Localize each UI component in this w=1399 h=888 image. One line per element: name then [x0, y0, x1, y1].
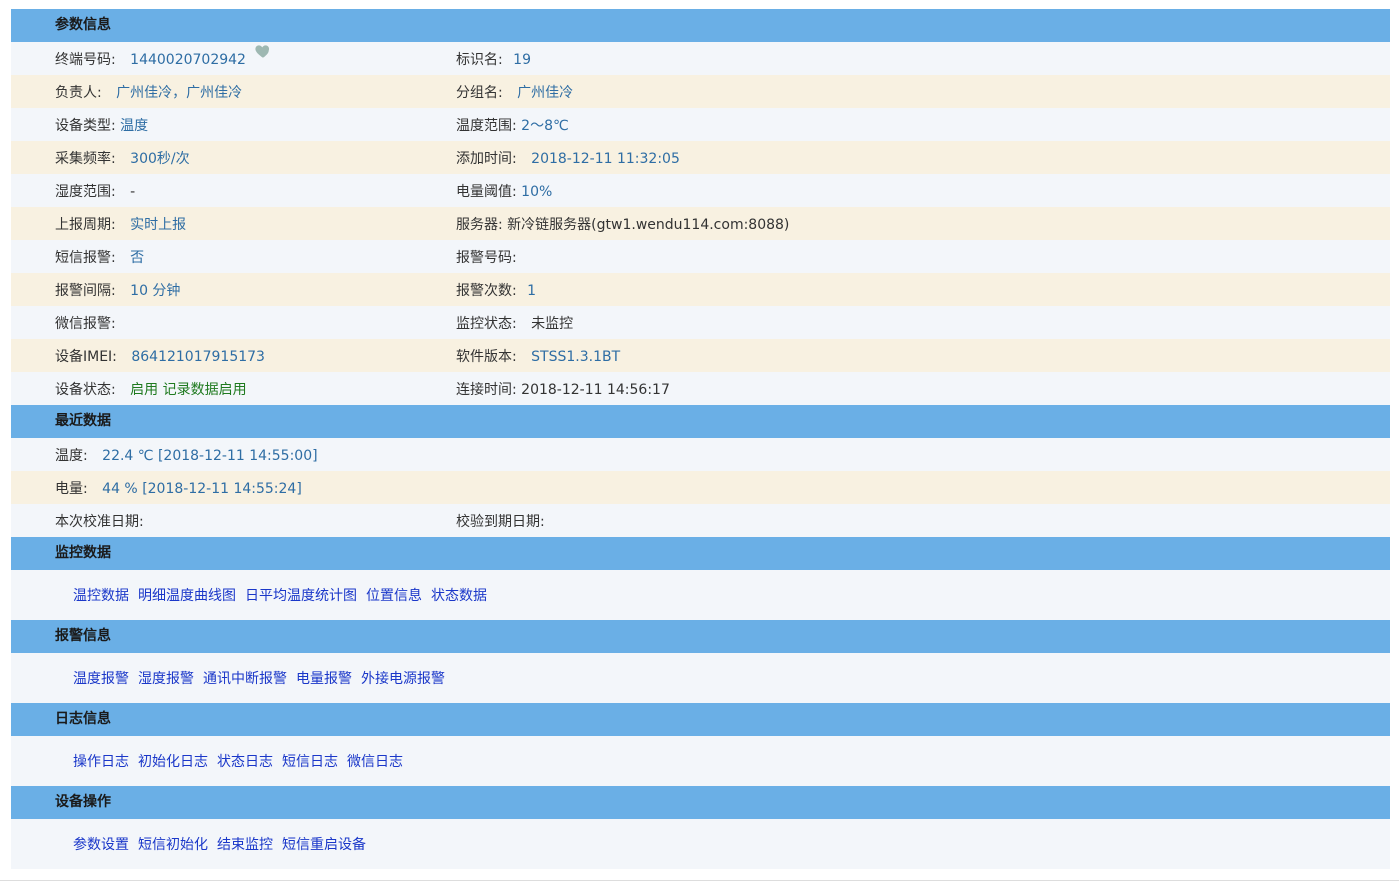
- bottom-divider: [0, 880, 1399, 881]
- calibration-expire-label: 校验到期日期:: [456, 513, 545, 530]
- alarm-number-label: 报警号码:: [456, 249, 517, 266]
- wechat-alarm-label: 微信报警:: [55, 315, 116, 332]
- link-status-data[interactable]: 状态数据: [431, 585, 487, 605]
- link-end-monitoring[interactable]: 结束监控: [217, 834, 273, 854]
- section-header-params: 参数信息: [11, 9, 1390, 42]
- param-row: 报警间隔: 10 分钟 报警次数: 1: [11, 273, 1390, 306]
- link-param-settings[interactable]: 参数设置: [73, 834, 129, 854]
- sample-rate-label: 采集频率:: [55, 150, 116, 167]
- owner-label: 负责人:: [55, 84, 102, 101]
- recent-temp-value: 22.4 ℃ [2018-12-11 14:55:00]: [102, 447, 318, 464]
- alarm-interval-label: 报警间隔:: [55, 282, 116, 299]
- link-comm-interrupt-alarm[interactable]: 通讯中断报警: [203, 668, 287, 688]
- device-status-value: 启用 记录数据启用: [130, 381, 247, 398]
- monitor-status-label: 监控状态:: [456, 315, 517, 332]
- report-cycle-value: 实时上报: [130, 216, 187, 233]
- log-links: 操作日志 初始化日志 状态日志 短信日志 微信日志: [11, 736, 1390, 786]
- link-daily-avg-temp-chart[interactable]: 日平均温度统计图: [245, 585, 357, 605]
- link-location-info[interactable]: 位置信息: [366, 585, 422, 605]
- temp-range-value: 2～8℃: [521, 117, 569, 134]
- connect-time-value: 2018-12-11 14:56:17: [521, 381, 670, 398]
- firmware-version-value: STSS1.3.1BT: [531, 348, 621, 365]
- device-type-label: 设备类型:: [55, 117, 116, 134]
- report-cycle-label: 上报周期:: [55, 216, 116, 233]
- link-sms-restart-device[interactable]: 短信重启设备: [282, 834, 366, 854]
- calibration-date-label: 本次校准日期:: [55, 513, 144, 530]
- param-row: 设备状态: 启用 记录数据启用 连接时间: 2018-12-11 14:56:1…: [11, 372, 1390, 405]
- device-status-label: 设备状态:: [55, 381, 116, 398]
- param-row: 终端号码: 1440020702942 标识名: 19: [11, 42, 1390, 75]
- device-detail-panel: 参数信息 终端号码: 1440020702942 标识名: 19 负责人: 广州…: [11, 9, 1390, 869]
- link-status-log[interactable]: 状态日志: [217, 751, 273, 771]
- param-row: 采集频率: 300秒/次 添加时间: 2018-12-11 11:32:05: [11, 141, 1390, 174]
- link-sms-init[interactable]: 短信初始化: [138, 834, 208, 854]
- sample-rate-value: 300秒/次: [130, 150, 190, 167]
- heart-icon[interactable]: [254, 42, 272, 60]
- owner-value: 广州佳冷，广州佳冷: [116, 84, 243, 101]
- added-time-label: 添加时间:: [456, 150, 517, 167]
- link-temp-control-data[interactable]: 温控数据: [73, 585, 129, 605]
- power-threshold-value: 10%: [521, 183, 553, 200]
- section-header-monitor: 监控数据: [11, 537, 1390, 570]
- monitor-links: 温控数据 明细温度曲线图 日平均温度统计图 位置信息 状态数据: [11, 570, 1390, 620]
- param-row: 上报周期: 实时上报 服务器: 新冷链服务器(gtw1.wendu114.com…: [11, 207, 1390, 240]
- section-header-recent: 最近数据: [11, 405, 1390, 438]
- monitor-status-value: 未监控: [531, 315, 574, 332]
- sms-alarm-label: 短信报警:: [55, 249, 116, 266]
- section-header-ops: 设备操作: [11, 786, 1390, 819]
- alarm-count-label: 报警次数:: [456, 282, 517, 299]
- param-row: 微信报警: 监控状态: 未监控: [11, 306, 1390, 339]
- group-label: 分组名:: [456, 84, 503, 101]
- connect-time-label: 连接时间:: [456, 381, 517, 398]
- link-power-alarm[interactable]: 电量报警: [296, 668, 352, 688]
- recent-temp-label: 温度:: [55, 447, 88, 464]
- section-header-log: 日志信息: [11, 703, 1390, 736]
- imei-label: 设备IMEI:: [55, 348, 117, 365]
- server-value: 新冷链服务器(gtw1.wendu114.com:8088): [507, 216, 790, 233]
- sms-alarm-value: 否: [130, 249, 145, 266]
- calibration-row: 本次校准日期: 校验到期日期:: [11, 504, 1390, 537]
- recent-temp-row: 温度: 22.4 ℃ [2018-12-11 14:55:00]: [11, 438, 1390, 471]
- firmware-version-label: 软件版本:: [456, 348, 517, 365]
- power-threshold-label: 电量阈值:: [456, 183, 517, 200]
- server-label: 服务器:: [456, 216, 503, 233]
- section-header-alarm: 报警信息: [11, 620, 1390, 653]
- alarm-count-value: 1: [527, 282, 537, 299]
- imei-value: 864121017915173: [131, 348, 265, 365]
- alarm-links: 温度报警 湿度报警 通讯中断报警 电量报警 外接电源报警: [11, 653, 1390, 703]
- link-operation-log[interactable]: 操作日志: [73, 751, 129, 771]
- temp-range-label: 温度范围:: [456, 117, 517, 134]
- recent-power-row: 电量: 44 % [2018-12-11 14:55:24]: [11, 471, 1390, 504]
- link-humidity-alarm[interactable]: 湿度报警: [138, 668, 194, 688]
- param-row: 设备IMEI: 864121017915173 软件版本: STSS1.3.1B…: [11, 339, 1390, 372]
- param-row: 湿度范围: - 电量阈值: 10%: [11, 174, 1390, 207]
- param-row: 短信报警: 否 报警号码:: [11, 240, 1390, 273]
- tag-name-label: 标识名:: [456, 51, 503, 68]
- param-row: 设备类型: 温度 温度范围: 2～8℃: [11, 108, 1390, 141]
- group-value: 广州佳冷: [517, 84, 574, 101]
- link-temp-curve-chart[interactable]: 明细温度曲线图: [138, 585, 236, 605]
- ops-links: 参数设置 短信初始化 结束监控 短信重启设备: [11, 819, 1390, 869]
- humidity-range-value: -: [130, 183, 136, 200]
- recent-power-label: 电量:: [55, 480, 88, 497]
- added-time-value: 2018-12-11 11:32:05: [531, 150, 680, 167]
- terminal-number-label: 终端号码:: [55, 52, 116, 68]
- param-row: 负责人: 广州佳冷，广州佳冷 分组名: 广州佳冷: [11, 75, 1390, 108]
- link-temp-alarm[interactable]: 温度报警: [73, 668, 129, 688]
- link-wechat-log[interactable]: 微信日志: [347, 751, 403, 771]
- link-sms-log[interactable]: 短信日志: [282, 751, 338, 771]
- alarm-interval-value: 10 分钟: [130, 282, 181, 299]
- link-external-power-alarm[interactable]: 外接电源报警: [361, 668, 445, 688]
- terminal-number-value: 1440020702942: [130, 52, 246, 68]
- recent-power-value: 44 % [2018-12-11 14:55:24]: [102, 480, 302, 497]
- humidity-range-label: 湿度范围:: [55, 183, 116, 200]
- link-init-log[interactable]: 初始化日志: [138, 751, 208, 771]
- device-type-value: 温度: [120, 117, 149, 134]
- tag-name-value: 19: [513, 51, 531, 68]
